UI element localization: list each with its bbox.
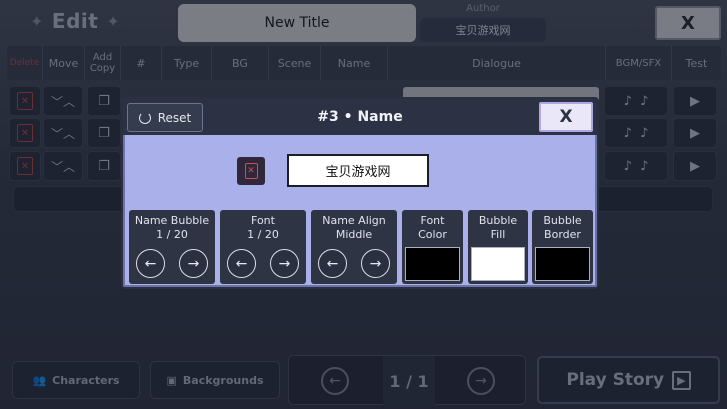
trash-icon: ✕ bbox=[244, 163, 258, 179]
font-label: Font 1 / 20 bbox=[220, 210, 306, 246]
option-title: Color bbox=[418, 228, 447, 241]
font-option: Font 1 / 20 ← → bbox=[220, 210, 306, 284]
font-color-swatch[interactable] bbox=[405, 247, 460, 281]
name-align-next-button[interactable]: → bbox=[361, 249, 390, 278]
option-value: Middle bbox=[335, 228, 373, 241]
bubble-border-label: Bubble Border bbox=[532, 210, 593, 246]
name-align-option: Name Align Middle ← → bbox=[311, 210, 397, 284]
option-title: Font bbox=[251, 214, 275, 227]
arrow-left-icon: ← bbox=[235, 255, 248, 272]
name-bubble-next-button[interactable]: → bbox=[179, 249, 208, 278]
arrow-left-icon: ← bbox=[144, 255, 157, 272]
arrow-left-icon: ← bbox=[326, 255, 339, 272]
bubble-fill-swatch[interactable] bbox=[471, 247, 525, 281]
font-color-option: Font Color bbox=[402, 210, 463, 284]
name-bubble-option: Name Bubble 1 / 20 ← → bbox=[129, 210, 215, 284]
name-align-prev-button[interactable]: ← bbox=[318, 249, 347, 278]
bubble-fill-label: Bubble Fill bbox=[468, 210, 528, 246]
option-title: Name Bubble bbox=[134, 214, 210, 227]
arrow-right-icon: → bbox=[278, 255, 291, 272]
arrow-right-icon: → bbox=[369, 255, 382, 272]
dialog-header: Reset #3 • Name X bbox=[123, 99, 597, 135]
option-value: 1 / 20 bbox=[156, 228, 188, 241]
option-title: Bubble bbox=[478, 214, 518, 227]
bubble-fill-option: Bubble Fill bbox=[468, 210, 528, 284]
reset-icon bbox=[138, 111, 151, 124]
font-next-button[interactable]: → bbox=[270, 249, 299, 278]
option-title: Bubble bbox=[543, 214, 582, 227]
name-settings-dialog: Reset #3 • Name X ✕ Name Bubble 1 / 20 ←… bbox=[121, 97, 599, 289]
option-title: Fill bbox=[490, 228, 506, 241]
option-title: Name Align bbox=[322, 214, 386, 227]
option-title: Border bbox=[544, 228, 581, 241]
bubble-border-option: Bubble Border bbox=[532, 210, 593, 284]
name-bubble-prev-button[interactable]: ← bbox=[136, 249, 165, 278]
name-input[interactable] bbox=[287, 154, 429, 187]
option-title: Font bbox=[420, 214, 445, 227]
reset-label: Reset bbox=[157, 110, 192, 125]
dialog-close-button[interactable]: X bbox=[539, 102, 593, 132]
option-value: 1 / 20 bbox=[247, 228, 279, 241]
font-color-label: Font Color bbox=[402, 210, 463, 246]
name-align-label: Name Align Middle bbox=[311, 210, 397, 246]
bubble-border-swatch[interactable] bbox=[535, 247, 590, 281]
delete-name-button[interactable]: ✕ bbox=[237, 157, 265, 185]
dialog-title: #3 • Name bbox=[317, 109, 403, 125]
font-prev-button[interactable]: ← bbox=[227, 249, 256, 278]
reset-button[interactable]: Reset bbox=[127, 103, 203, 132]
name-bubble-label: Name Bubble 1 / 20 bbox=[129, 210, 215, 246]
arrow-right-icon: → bbox=[187, 255, 200, 272]
